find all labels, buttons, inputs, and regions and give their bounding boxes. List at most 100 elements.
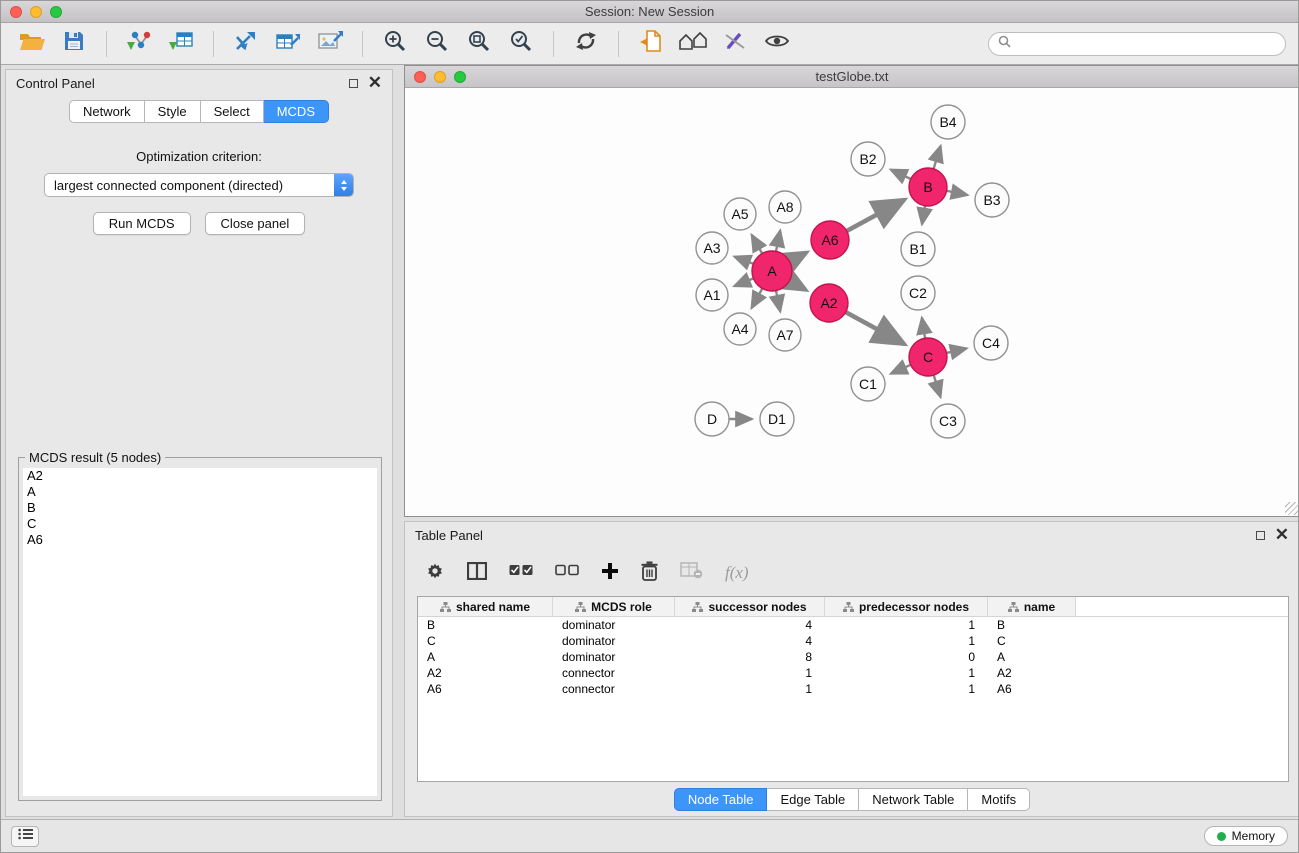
graph-edge-A2-C[interactable] [846,312,905,344]
criterion-dropdown[interactable]: largest connected component (directed) [44,173,354,197]
close-panel-button[interactable]: Close panel [205,212,306,235]
graph-node-label: B1 [909,241,926,257]
session-file-button[interactable] [632,27,670,61]
graph-edge-B-B1[interactable] [922,206,925,225]
function-builder-button[interactable]: f(x) [725,563,749,583]
show-columns-button[interactable] [467,562,487,585]
graph-edge-A6-B[interactable] [847,200,905,231]
run-mcds-button[interactable]: Run MCDS [93,212,191,235]
apply-layout-button[interactable] [567,27,605,61]
float-panel-icon[interactable] [349,79,358,88]
network-canvas[interactable]: B4B2BB3B1A5A8A6A3AA1C2A2A4A7C4CC1C3DD1 [405,88,1299,516]
network-graph: B4B2BB3B1A5A8A6A3AA1C2A2A4A7C4CC1C3DD1 [405,88,1299,516]
graph-edge-B-B4[interactable] [934,146,941,169]
float-table-panel-icon[interactable] [1256,531,1265,540]
zoom-selected-button[interactable] [502,27,540,61]
graph-edge-A-A3[interactable] [734,257,753,264]
zoom-network-window-button[interactable] [454,71,466,83]
window-controls [10,6,62,18]
minimize-network-window-button[interactable] [434,71,446,83]
delete-table-button[interactable] [680,562,703,584]
table-row[interactable]: Adominator80A [418,649,1288,665]
annotations-button[interactable] [716,27,754,61]
result-item[interactable]: A [23,484,377,500]
graph-edge-A-A5[interactable] [752,235,763,254]
minimize-window-button[interactable] [30,6,42,18]
zoom-fit-button[interactable] [460,27,498,61]
network-from-selection-button[interactable] [227,27,265,61]
close-panel-icon[interactable]: ✕ [368,78,382,88]
export-table-button[interactable] [269,27,307,61]
result-item[interactable]: B [23,500,377,516]
save-session-button[interactable] [55,27,93,61]
graph-edge-B-B3[interactable] [947,191,968,195]
table-settings-button[interactable] [425,561,445,586]
table-row[interactable]: A6connector11A6 [418,681,1288,697]
table-tab-node-table[interactable]: Node Table [674,788,768,811]
graph-edge-A-A8[interactable] [776,231,780,252]
network-window-controls [414,71,466,83]
column-header-name[interactable]: name [988,597,1076,616]
table-cell: B [988,617,1076,633]
result-item[interactable]: A6 [23,532,377,548]
graph-edge-A-A4[interactable] [752,289,763,309]
show-graphics-details-button[interactable] [758,27,796,61]
tab-select[interactable]: Select [201,100,264,123]
search-input[interactable] [1016,37,1276,51]
toolbar-separator [553,31,554,57]
import-table-button[interactable] [162,27,200,61]
table-tab-network-table[interactable]: Network Table [859,788,968,811]
graph-edge-A-A6[interactable] [790,253,807,262]
table-row[interactable]: A2connector11A2 [418,665,1288,681]
graph-edge-A-A1[interactable] [734,278,753,286]
graph-edge-A-A7[interactable] [776,291,780,312]
result-item[interactable]: C [23,516,377,532]
toolbar-search[interactable] [988,32,1286,56]
table-row[interactable]: Bdominator41B [418,617,1288,633]
import-network-button[interactable] [120,27,158,61]
graph-edge-A-A2[interactable] [789,281,805,290]
memory-button[interactable]: Memory [1204,826,1288,846]
graph-edge-C-C3[interactable] [934,375,941,397]
table-cell: 4 [675,617,825,633]
tab-network[interactable]: Network [69,100,145,123]
tab-mcds[interactable]: MCDS [264,100,329,123]
table-tab-edge-table[interactable]: Edge Table [767,788,859,811]
resize-grip[interactable] [1285,502,1298,515]
control-panel-header: Control Panel ✕ [6,70,392,96]
select-all-button[interactable] [509,563,533,583]
zoom-out-button[interactable] [418,27,456,61]
add-column-button[interactable] [601,562,619,585]
deselect-all-button[interactable] [555,563,579,583]
export-image-button[interactable] [311,27,349,61]
column-header-shared-name[interactable]: shared name [418,597,553,616]
table-panel-title: Table Panel [415,528,483,543]
tab-style[interactable]: Style [145,100,201,123]
close-table-panel-icon[interactable]: ✕ [1275,530,1289,540]
column-header-predecessor-nodes[interactable]: predecessor nodes [825,597,988,616]
table-tab-motifs[interactable]: Motifs [968,788,1030,811]
result-item[interactable]: A2 [23,468,377,484]
network-window-title: testGlobe.txt [405,66,1299,87]
column-header-MCDS-role[interactable]: MCDS role [553,597,675,616]
delete-column-button[interactable] [641,561,658,586]
table-row[interactable]: Cdominator41C [418,633,1288,649]
close-network-window-button[interactable] [414,71,426,83]
hide-panels-button[interactable] [674,27,712,61]
table-cell: B [418,617,553,633]
list-icon [18,827,33,845]
open-file-button[interactable] [13,27,51,61]
graph-edge-C-C1[interactable] [891,365,911,374]
column-header-successor-nodes[interactable]: successor nodes [675,597,825,616]
graph-edge-C-C4[interactable] [947,348,967,353]
zoom-in-button[interactable] [376,27,414,61]
task-history-button[interactable] [11,826,39,847]
close-window-button[interactable] [10,6,22,18]
table-remove-icon [680,562,703,584]
document-arrow-icon [639,29,663,58]
hierarchy-icon [1008,602,1019,612]
graph-edge-C-C2[interactable] [922,318,925,339]
memory-status-icon [1217,832,1226,841]
graph-edge-B-B2[interactable] [891,170,911,179]
zoom-window-button[interactable] [50,6,62,18]
